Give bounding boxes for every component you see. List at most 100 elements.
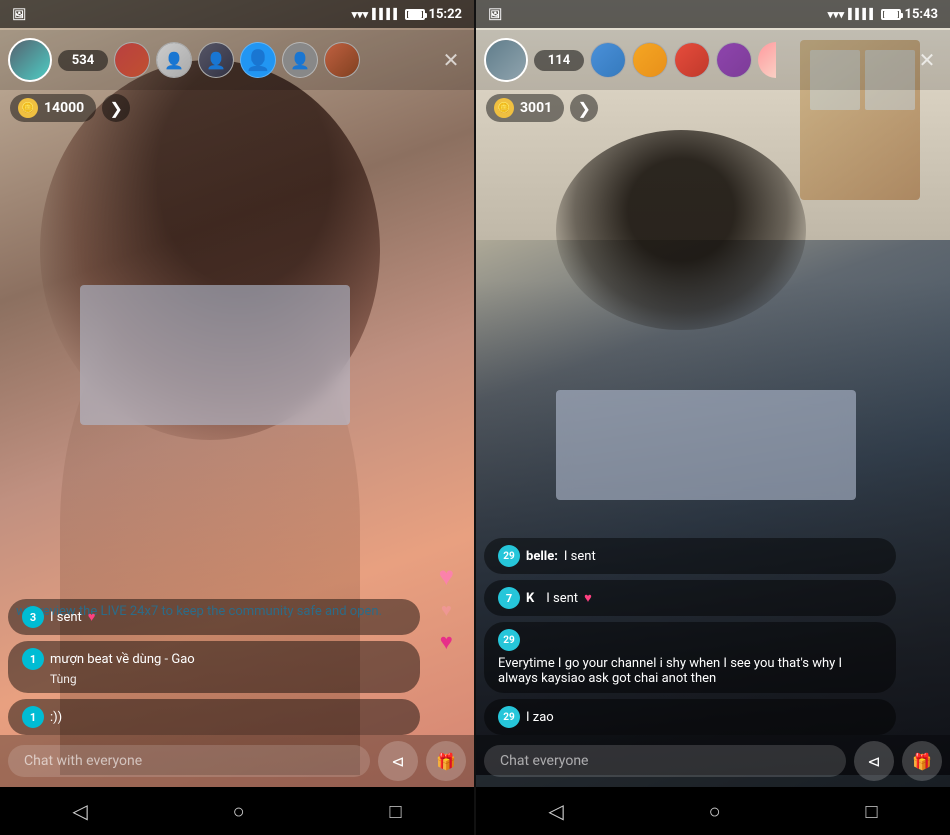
right-badge-count-belle: 29 — [503, 551, 514, 562]
image-icon-right: 🖼 — [488, 8, 502, 21]
close-icon: ✕ — [443, 48, 460, 72]
battery-icon-right — [881, 9, 901, 20]
right-badge-k: 7 — [498, 587, 520, 609]
left-clock: 15:22 — [429, 7, 463, 22]
host-avatar-img — [10, 40, 50, 80]
right-coins-arrow[interactable]: ❯ — [570, 94, 598, 122]
right-home-button[interactable]: ○ — [709, 799, 721, 824]
msg-text-k: I sent — [546, 591, 578, 606]
left-chat-input-bar: Chat with everyone ⊲ 🎁 — [0, 735, 474, 787]
left-chat-msg-1: 3 I sent ♥ — [8, 599, 420, 635]
status-left-icons: 🖼 — [12, 8, 26, 21]
viewer-avatar-5[interactable]: 👤 — [282, 42, 318, 78]
battery-fill — [408, 11, 422, 18]
share-icon-right: ⊲ — [867, 752, 880, 771]
msg-text-belle: I sent — [564, 549, 596, 564]
left-chat-msg-2: 1 mượn beat về dùng - Gao Tùng — [8, 641, 420, 693]
msg-sender-k: K — [526, 591, 534, 606]
right-badge-belle: 29 — [498, 545, 520, 567]
recents-icon: □ — [389, 799, 401, 823]
left-coins-bar: 🪙 14000 ❯ — [10, 94, 130, 122]
viewer-avatar-2[interactable]: 👤 — [156, 42, 192, 78]
left-recents-button[interactable]: □ — [389, 799, 401, 824]
signal-icon: ▌▌▌▌ — [372, 9, 400, 20]
right-host-avatar[interactable] — [484, 38, 528, 82]
right-status-left: 🖼 — [488, 8, 502, 21]
right-viewer-1[interactable] — [590, 42, 626, 78]
left-gift-button[interactable]: 🎁 — [426, 741, 466, 781]
right-screen: 🖼 ▾▾▾ ▌▌▌▌ 15:43 114 — [476, 0, 950, 835]
right-gift-button[interactable]: 🎁 — [902, 741, 942, 781]
right-nav-bar: ◁ ○ □ — [476, 787, 950, 835]
msg-sender-belle: belle: — [526, 549, 558, 564]
badge-count-2: 1 — [30, 653, 36, 666]
signal-icon-right: ▌▌▌▌ — [848, 9, 876, 20]
battery-fill-right — [884, 11, 898, 18]
wifi-icon-right: ▾▾▾ — [828, 8, 845, 21]
left-back-button[interactable]: ◁ — [72, 799, 87, 823]
gift-icon: 🎁 — [436, 752, 456, 771]
left-nav-bar: ◁ ○ □ — [0, 787, 474, 835]
right-badge-long: 29 — [498, 629, 520, 651]
right-chat-area: 29 belle: I sent 7 K I sent ♥ 29 Everyti… — [476, 538, 950, 735]
right-status-icons: ▾▾▾ ▌▌▌▌ 15:43 — [828, 7, 938, 22]
right-viewer-count: 114 — [534, 50, 584, 71]
right-share-button[interactable]: ⊲ — [854, 741, 894, 781]
msg-text-izao: I zao — [526, 710, 554, 725]
battery-icon — [405, 9, 425, 20]
left-floating-hearts: ♥ ♥ ♥ — [439, 561, 454, 655]
left-coins-value: 14000 — [44, 100, 84, 116]
battery-tip-right — [901, 13, 903, 18]
viewer-avatar-4[interactable]: 👤 — [240, 42, 276, 78]
right-chat-input[interactable]: Chat everyone — [484, 745, 846, 777]
right-badge-count-izao: 29 — [503, 712, 514, 723]
right-chat-placeholder: Chat everyone — [500, 753, 588, 769]
viewer-avatar-1[interactable] — [114, 42, 150, 78]
image-icon: 🖼 — [12, 8, 26, 21]
chat-badge-3: 1 — [22, 706, 44, 728]
back-icon: ◁ — [72, 799, 87, 823]
right-badge-count-long: 29 — [503, 635, 514, 646]
left-face-blur — [80, 285, 350, 425]
right-back-button[interactable]: ◁ — [548, 799, 563, 823]
home-icon-right: ○ — [709, 799, 721, 823]
arrow-right-icon: ❯ — [109, 99, 122, 118]
left-share-button[interactable]: ⊲ — [378, 741, 418, 781]
viewer-avatar-3[interactable]: 👤 — [198, 42, 234, 78]
right-viewer-4[interactable] — [716, 42, 752, 78]
left-viewers-bar: 534 👤 👤 👤 👤 ✕ — [0, 30, 474, 90]
left-close-button[interactable]: ✕ — [436, 45, 466, 75]
left-chat-input[interactable]: Chat with everyone — [8, 745, 370, 777]
msg-text-2: mượn beat về dùng - Gao — [50, 652, 195, 667]
msg-text-1: I sent — [50, 610, 82, 625]
right-chat-input-bar: Chat everyone ⊲ 🎁 — [476, 735, 950, 787]
right-face-blur — [556, 390, 856, 500]
right-badge-count-k: 7 — [506, 592, 512, 605]
right-clock: 15:43 — [905, 7, 939, 22]
heart-icon-1: ♥ — [88, 609, 96, 625]
close-icon-right: ✕ — [919, 48, 936, 72]
left-home-button[interactable]: ○ — [233, 799, 245, 824]
heart-icon-k: ♥ — [584, 590, 592, 606]
right-viewer-3[interactable] — [674, 42, 710, 78]
right-recents-button[interactable]: □ — [865, 799, 877, 824]
left-host-avatar[interactable] — [8, 38, 52, 82]
home-icon: ○ — [233, 799, 245, 823]
heart-outline-1: ♥ — [441, 600, 452, 621]
chat-badge-1: 3 — [22, 606, 44, 628]
right-viewer-2[interactable] — [632, 42, 668, 78]
badge-count-1: 3 — [30, 611, 36, 624]
gift-icon-right: 🎁 — [912, 752, 932, 771]
left-status-bar: 🖼 ▾▾▾ ▌▌▌▌ 15:22 — [0, 0, 474, 28]
right-close-button[interactable]: ✕ — [912, 45, 942, 75]
share-icon: ⊲ — [391, 752, 404, 771]
coin-icon-right: 🪙 — [494, 98, 514, 118]
recents-icon-right: □ — [865, 799, 877, 823]
viewer-avatar-6[interactable] — [324, 42, 360, 78]
left-chat-area: 3 I sent ♥ 1 mượn beat về dùng - Gao Tùn… — [0, 599, 474, 735]
msg-sender-2: Tùng — [22, 672, 77, 686]
left-coins-arrow[interactable]: ❯ — [102, 94, 130, 122]
msg-text-long: Everytime I go your channel i shy when I… — [498, 656, 882, 686]
left-screen: 🖼 ▾▾▾ ▌▌▌▌ 15:22 534 👤 👤 — [0, 0, 474, 835]
right-host-img — [486, 40, 526, 80]
